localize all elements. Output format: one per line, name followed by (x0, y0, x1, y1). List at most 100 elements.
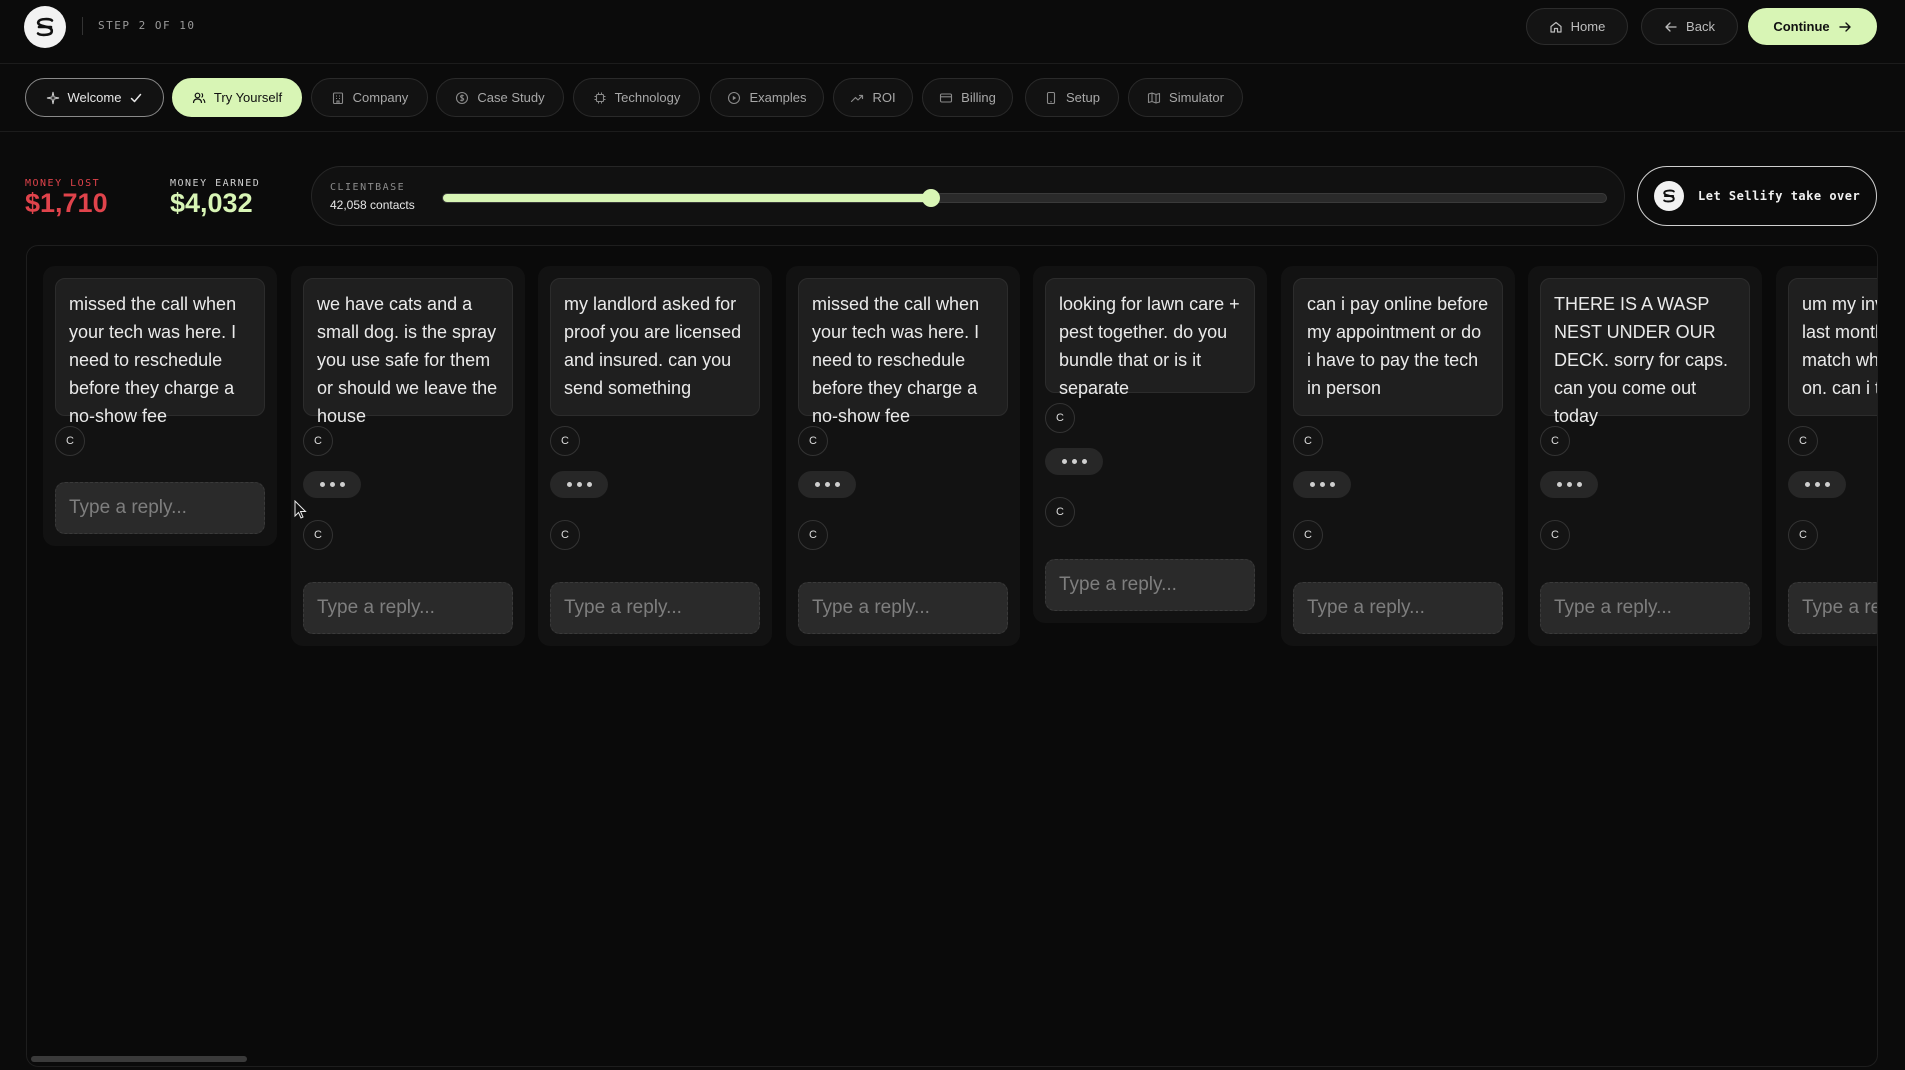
typing-dot (814, 482, 820, 487)
continue-button[interactable]: Continue (1748, 8, 1877, 45)
typing-dot (1309, 482, 1315, 487)
reply-input[interactable]: Type a reply... (55, 482, 265, 534)
play-circle-icon (728, 91, 741, 104)
typing-dot (834, 482, 840, 487)
customer-message: THERE IS A WASP NEST UNDER OUR DECK. sor… (1540, 278, 1750, 426)
tab-try-yourself[interactable]: Try Yourself (172, 78, 302, 117)
typing-indicator (303, 471, 361, 498)
horizontal-scrollbar[interactable] (31, 1056, 247, 1062)
step-divider (82, 17, 83, 35)
clientbase-slider[interactable] (442, 189, 1607, 207)
step-tabs: Welcome Try Yourself Company Case Study … (0, 64, 1905, 132)
reply-input[interactable]: Type a reply... (798, 582, 1008, 634)
typing-dot (319, 482, 325, 487)
customer-avatar: C (798, 426, 828, 456)
users-icon (192, 92, 206, 103)
typing-dot (1576, 482, 1582, 487)
tab-simulator[interactable]: Simulator (1128, 78, 1243, 117)
tab-label: Try Yourself (213, 90, 283, 105)
customer-message: my landlord asked for proof you are lice… (550, 278, 760, 416)
tab-roi[interactable]: ROI (833, 78, 913, 117)
logo-mark-icon (36, 17, 54, 37)
conversation-card: missed the call when your tech was here.… (786, 266, 1020, 646)
customer-avatar: C (798, 520, 828, 550)
step-indicator: STEP 2 OF 10 (98, 19, 196, 32)
tab-welcome[interactable]: Welcome (25, 78, 164, 117)
typing-dot (1556, 482, 1562, 487)
phone-icon (1046, 91, 1056, 104)
map-icon (1147, 91, 1161, 104)
tab-label: Simulator (1169, 90, 1224, 105)
typing-dot (1824, 482, 1830, 487)
tab-label: Company (352, 90, 409, 105)
typing-dot (824, 482, 830, 487)
customer-message: missed the call when your tech was here.… (798, 278, 1008, 426)
arrow-left-icon (1665, 21, 1677, 32)
customer-avatar: C (1293, 426, 1323, 456)
tab-examples[interactable]: Examples (710, 78, 824, 117)
typing-dot (1081, 459, 1087, 464)
conversation-card: missed the call when your tech was here.… (43, 266, 277, 546)
card-icon (940, 92, 953, 103)
typing-dot (339, 482, 345, 487)
tab-case-study[interactable]: Case Study (436, 78, 564, 117)
tab-billing[interactable]: Billing (922, 78, 1013, 117)
building-icon (332, 91, 343, 104)
customer-avatar: C (1540, 520, 1570, 550)
conversation-card: can i pay online before my appointment o… (1281, 266, 1515, 646)
tab-label: ROI (872, 90, 896, 105)
customer-avatar: C (1788, 426, 1818, 456)
customer-avatar: C (303, 426, 333, 456)
conversation-card: THERE IS A WASP NEST UNDER OUR DECK. sor… (1528, 266, 1762, 646)
reply-input[interactable]: Type a reply... (550, 582, 760, 634)
typing-dot (1329, 482, 1335, 487)
customer-message: um my invoice from last month doesnt mat… (1788, 278, 1877, 416)
typing-dot (1566, 482, 1572, 487)
arrow-right-icon (1838, 21, 1851, 32)
customer-avatar: C (1540, 426, 1570, 456)
back-button[interactable]: Back (1641, 8, 1738, 45)
conversation-card: we have cats and a small dog. is the spr… (291, 266, 525, 646)
typing-dot (566, 482, 572, 487)
clientbase-value: 42,058 contacts (330, 198, 415, 212)
clientbase-control: CLIENTBASE 42,058 contacts (311, 166, 1625, 226)
clientbase-label: CLIENTBASE (330, 182, 406, 193)
tab-technology[interactable]: Technology (573, 78, 700, 117)
home-button[interactable]: Home (1526, 8, 1628, 45)
tab-setup[interactable]: Setup (1025, 78, 1119, 117)
reply-input[interactable]: Type a reply... (1788, 582, 1877, 634)
reply-input[interactable]: Type a reply... (303, 582, 513, 634)
home-button-label: Home (1570, 19, 1606, 34)
tab-label: Examples (749, 90, 807, 105)
customer-message: can i pay online before my appointment o… (1293, 278, 1503, 416)
money-lost-value: $1,710 (25, 188, 108, 218)
customer-avatar: C (550, 426, 580, 456)
continue-button-label: Continue (1773, 19, 1830, 34)
typing-indicator (1045, 448, 1103, 475)
typing-dot (576, 482, 582, 487)
customer-message: missed the call when your tech was here.… (55, 278, 265, 426)
sellify-logo-icon (1654, 181, 1684, 211)
conversation-card: my landlord asked for proof you are lice… (538, 266, 772, 646)
typing-indicator (550, 471, 608, 498)
check-icon (131, 93, 142, 102)
tab-label: Case Study (477, 90, 545, 105)
tab-company[interactable]: Company (311, 78, 428, 117)
money-earned-value: $4,032 (170, 188, 253, 218)
customer-avatar: C (303, 520, 333, 550)
typing-indicator (1293, 471, 1351, 498)
home-icon (1550, 21, 1562, 33)
typing-dot (1319, 482, 1325, 487)
slider-thumb[interactable] (922, 189, 941, 207)
typing-dot (1071, 459, 1077, 464)
take-over-label: Let Sellify take over (1698, 189, 1861, 203)
slider-fill (443, 194, 932, 202)
reply-input[interactable]: Type a reply... (1045, 559, 1255, 611)
sellify-logo[interactable] (24, 6, 66, 48)
let-sellify-take-over-button[interactable]: Let Sellify take over (1637, 166, 1877, 226)
tab-label: Technology (614, 90, 681, 105)
reply-input[interactable]: Type a reply... (1540, 582, 1750, 634)
typing-indicator (798, 471, 856, 498)
reply-input[interactable]: Type a reply... (1293, 582, 1503, 634)
typing-dot (1804, 482, 1810, 487)
